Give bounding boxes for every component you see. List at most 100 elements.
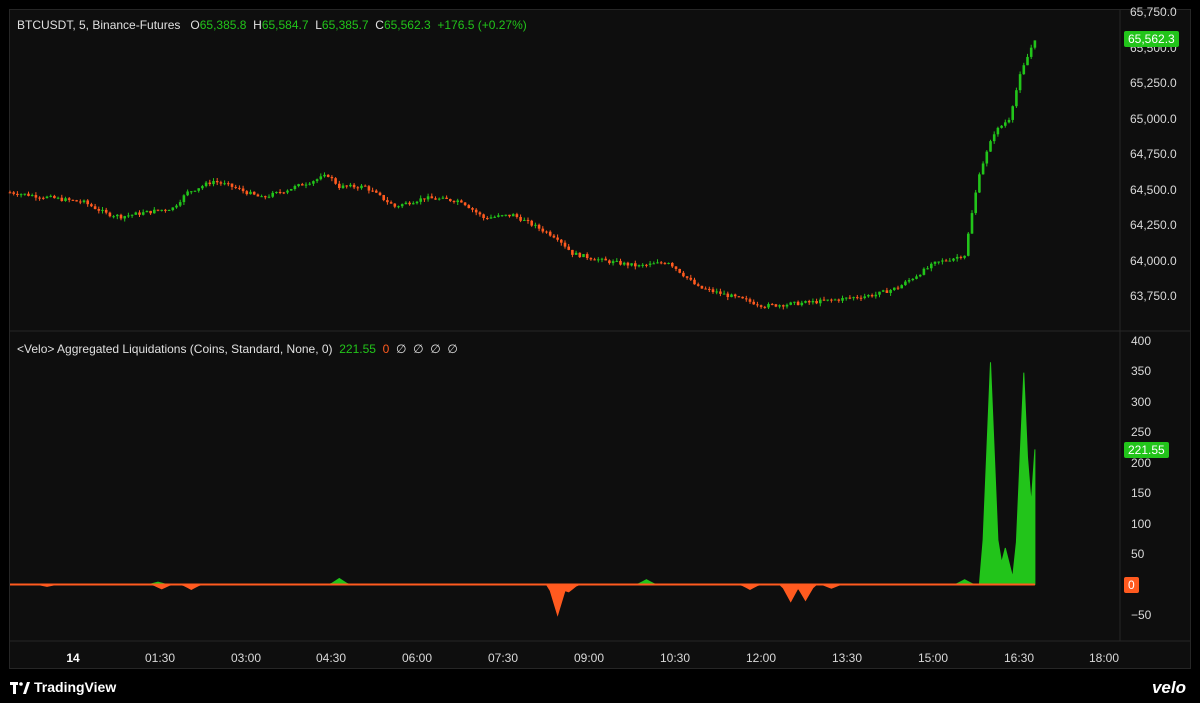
candle-body (519, 216, 522, 221)
candle-body (926, 268, 929, 270)
candle-body (241, 188, 245, 192)
candle-body (671, 262, 674, 267)
time-tick-label: 04:30 (315, 651, 347, 665)
candle-body (630, 263, 633, 266)
candle-body (415, 201, 419, 204)
high-label: H (253, 18, 262, 32)
candle-body (153, 209, 156, 214)
candle-body (985, 151, 989, 164)
indicator-title[interactable]: <Velo> Aggregated Liquidations (Coins, S… (17, 342, 333, 356)
time-tick-label: 15:00 (917, 651, 949, 665)
candle-body (719, 291, 722, 294)
candle-body (645, 264, 648, 266)
candle-body (756, 304, 759, 306)
candle-body (874, 294, 878, 297)
price-tick-label: 64,500.0 (1130, 182, 1177, 197)
candle-body (967, 233, 970, 256)
candle-body (856, 297, 859, 299)
candle-body (952, 258, 955, 261)
liquidation-tick-label: 50 (1131, 547, 1145, 562)
candle-body (815, 300, 818, 304)
liquidation-pane (10, 362, 1036, 617)
candle-body (789, 302, 792, 305)
candle-body (534, 224, 537, 226)
time-tick-label: 12:00 (745, 651, 777, 665)
candle-body (552, 235, 556, 238)
candle-body (959, 256, 963, 258)
candle-body (648, 263, 652, 265)
candle-body (16, 193, 19, 196)
candle-body (93, 206, 97, 210)
candle-body (878, 291, 881, 295)
candle-body (308, 183, 311, 185)
candle-body (774, 304, 778, 307)
last-price-badge: 65,562.3 (1124, 30, 1179, 47)
candle-body (885, 290, 889, 293)
candle-body (626, 262, 630, 266)
candle-body (1022, 65, 1026, 75)
candle-body (585, 254, 589, 259)
candle-body (79, 201, 82, 203)
candle-body (844, 297, 848, 299)
candle-body (622, 262, 626, 265)
candle-body (981, 163, 985, 175)
price-tick-label: 65,000.0 (1130, 111, 1177, 126)
candle-body (685, 276, 689, 278)
candle-body (434, 198, 437, 200)
candle-body (201, 186, 204, 189)
candle-body (963, 255, 966, 258)
candle-body (363, 185, 367, 187)
price-tick-label: 64,250.0 (1130, 218, 1177, 232)
candle-body (663, 263, 667, 265)
candle-body (804, 301, 807, 303)
price-pane (8, 40, 1037, 310)
candle-body (404, 202, 408, 205)
zero-line-badge: 0 (1124, 576, 1139, 593)
candle-body (489, 217, 493, 219)
candle-body (245, 191, 249, 195)
candle-body (833, 299, 837, 301)
candle-body (726, 293, 730, 298)
candle-body (49, 195, 52, 197)
candle-body (382, 195, 385, 201)
candle-body (460, 200, 463, 203)
time-tick-label: 06:00 (401, 651, 433, 665)
symbol-label[interactable]: BTCUSDT, 5, Binance-Futures (17, 18, 180, 32)
candle-body (493, 216, 496, 218)
candle-body (338, 183, 341, 189)
candle-body (634, 263, 637, 267)
short-liquidations-area (10, 584, 1035, 617)
candle-body (167, 210, 171, 212)
candle-body (696, 284, 700, 286)
candle-body (578, 252, 582, 258)
candle-body (471, 208, 474, 210)
candle-body (611, 261, 615, 264)
candle-body (397, 206, 400, 208)
candle-body (830, 299, 833, 301)
candle-body (193, 190, 197, 192)
candle-body (556, 237, 559, 240)
candle-body (567, 246, 570, 250)
candle-body (190, 191, 193, 193)
candle-body (182, 195, 186, 203)
candle-body (948, 260, 952, 262)
candle-body (430, 196, 434, 199)
candle-body (130, 214, 134, 216)
candle-body (349, 184, 352, 187)
time-tick-label: 18:00 (1088, 651, 1120, 665)
candle-body (955, 256, 959, 259)
candle-body (71, 199, 75, 201)
candle-body (637, 265, 641, 267)
candle-body (60, 197, 64, 201)
last-liquidation-badge: 221.55 (1124, 441, 1169, 458)
candle-body (889, 289, 892, 293)
candle-body (674, 266, 678, 269)
tradingview-brand[interactable]: TradingView (10, 679, 116, 695)
time-tick-label: 07:30 (487, 651, 519, 665)
candle-body (545, 231, 548, 233)
candle-body (223, 183, 226, 185)
candle-body (482, 214, 485, 219)
open-label: O (190, 18, 200, 32)
liquidation-tick-label: 300 (1131, 394, 1152, 409)
candle-body (45, 196, 49, 199)
